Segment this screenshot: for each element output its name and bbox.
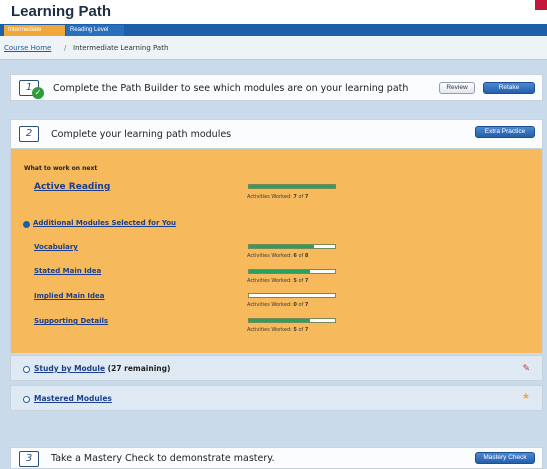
breadcrumb-current: Intermediate Learning Path <box>73 44 169 52</box>
module-link-active-reading[interactable]: Active Reading <box>34 182 110 192</box>
expand-circle-icon[interactable] <box>23 366 30 373</box>
tab-intermediate[interactable]: Intermediate <box>4 25 65 36</box>
step-3-number: 3 <box>19 451 39 467</box>
pencil-icon[interactable]: ✎ <box>522 364 530 374</box>
progress-bar-vocabulary <box>248 244 336 249</box>
study-by-module-row: Study by Module (27 remaining) ✎ <box>10 355 543 381</box>
activities-worked-implied-main-idea: Activities Worked: 0 of 7 <box>247 302 309 308</box>
corner-tag <box>535 0 547 10</box>
activities-worked-supporting-details: Activities Worked: 5 of 7 <box>247 327 309 333</box>
page-title: Learning Path <box>11 3 112 20</box>
what-to-work-on-heading: What to work on next <box>24 165 98 172</box>
tab-reading-level[interactable]: Reading Level <box>66 25 124 36</box>
mastered-modules-link[interactable]: Mastered Modules <box>34 394 112 403</box>
module-link-implied-main-idea[interactable]: Implied Main Idea <box>34 292 105 300</box>
study-by-module-link[interactable]: Study by Module (27 remaining) <box>34 364 170 373</box>
check-icon: ✓ <box>32 87 44 99</box>
review-button[interactable]: Review <box>439 82 475 94</box>
progress-fill <box>249 270 311 273</box>
expand-circle-icon[interactable] <box>23 396 30 403</box>
step-2-header: 2 Complete your learning path modules Ex… <box>10 119 543 149</box>
retake-button[interactable]: Retake <box>483 82 535 94</box>
activities-worked-vocabulary: Activities Worked: 6 of 8 <box>247 253 309 259</box>
activities-worked-stated-main-idea: Activities Worked: 5 of 7 <box>247 278 309 284</box>
mastery-check-button[interactable]: Mastery Check <box>475 452 535 464</box>
progress-bar-supporting-details <box>248 318 336 323</box>
step-3-panel: 3 Take a Mastery Check to demonstrate ma… <box>10 447 543 469</box>
breadcrumb-separator: / <box>64 44 67 52</box>
expand-circle-icon[interactable] <box>23 221 30 228</box>
progress-fill <box>249 185 335 188</box>
step-2-text: Complete your learning path modules <box>51 129 232 140</box>
star-icon: ★ <box>521 392 530 402</box>
breadcrumb: Course Home / Intermediate Learning Path <box>0 36 547 60</box>
activities-worked-active-reading: Activities Worked: 7 of 7 <box>247 194 309 200</box>
step-3-text: Take a Mastery Check to demonstrate mast… <box>51 453 275 464</box>
module-link-supporting-details[interactable]: Supporting Details <box>34 317 108 325</box>
progress-bar-active-reading <box>248 184 336 189</box>
progress-fill <box>249 319 311 322</box>
additional-modules-toggle[interactable]: Additional Modules Selected for You <box>33 219 176 227</box>
progress-fill <box>249 245 314 248</box>
progress-bar-stated-main-idea <box>248 269 336 274</box>
module-link-stated-main-idea[interactable]: Stated Main Idea <box>34 267 101 275</box>
level-tab-bar: Intermediate Reading Level <box>0 24 547 36</box>
breadcrumb-course-home-link[interactable]: Course Home <box>4 44 51 52</box>
progress-bar-implied-main-idea <box>248 293 336 298</box>
step-1-text: Complete the Path Builder to see which m… <box>53 83 409 94</box>
extra-practice-button[interactable]: Extra Practice <box>475 126 535 138</box>
module-link-vocabulary[interactable]: Vocabulary <box>34 243 78 251</box>
step-1-panel: 1 ✓ Complete the Path Builder to see whi… <box>10 74 543 101</box>
step-2-number: 2 <box>19 126 39 142</box>
mastered-modules-row: Mastered Modules ★ <box>10 385 543 411</box>
